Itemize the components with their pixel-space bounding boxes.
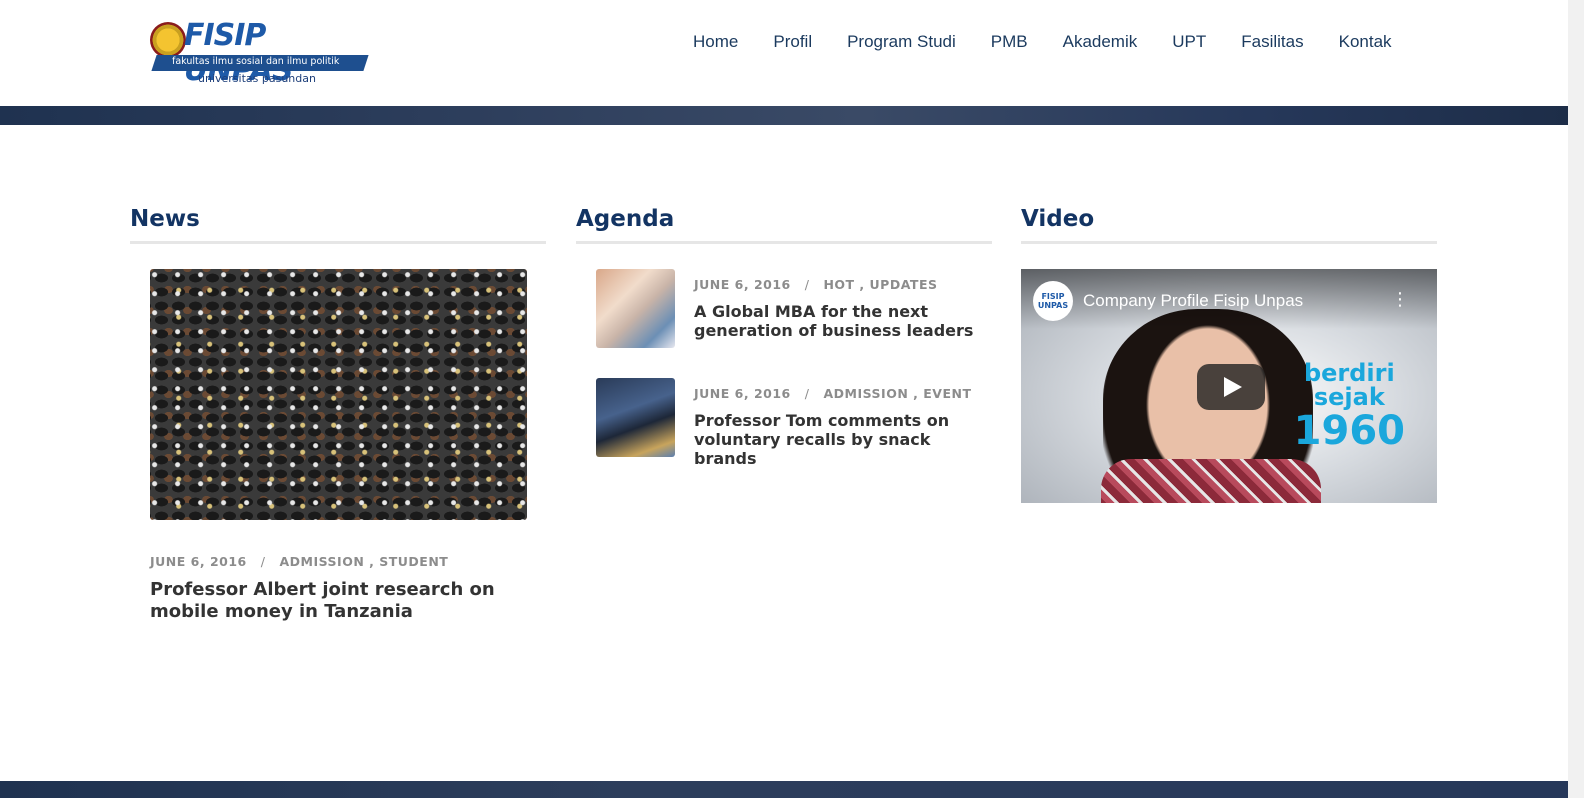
video-person-shirt <box>1101 459 1321 503</box>
agenda-item: JUNE 6, 2016 / HOT , UPDATES A Global MBA … <box>596 269 986 349</box>
video-heading: Video <box>1021 206 1437 244</box>
video-overlay-text: berdiri sejak 1960 <box>1294 361 1405 453</box>
agenda-date: JUNE 6, 2016 <box>694 386 791 401</box>
footer-strip <box>0 781 1568 798</box>
page-scrollbar[interactable] <box>1568 0 1584 798</box>
agenda-thumbnail[interactable] <box>596 269 675 348</box>
logo-university: universitas pasundan <box>198 72 316 85</box>
news-section: News JUNE 6, 2016 / ADMISSION , STUDENT Pr… <box>130 206 546 622</box>
nav-akademik[interactable]: Akademik <box>1063 32 1138 52</box>
agenda-title-link[interactable]: Professor Tom comments on voluntary reca… <box>694 411 986 468</box>
news-heading: News <box>130 206 546 244</box>
overlay-line2: sejak <box>1313 383 1385 411</box>
nav-profil[interactable]: Profil <box>773 32 812 52</box>
site-header: FISIP UNPAS fakultas ilmu sosial dan ilm… <box>0 0 1568 106</box>
news-categories[interactable]: ADMISSION , STUDENT <box>279 554 448 569</box>
overlay-year: 1960 <box>1293 408 1405 454</box>
play-button-icon[interactable] <box>1197 364 1265 410</box>
logo-subtitle: fakultas ilmu sosial dan ilmu politik <box>172 56 340 67</box>
agenda-title-link[interactable]: A Global MBA for the next generation of … <box>694 302 986 340</box>
nav-fasilitas[interactable]: Fasilitas <box>1241 32 1303 52</box>
agenda-section: Agenda JUNE 6, 2016 / HOT , UPDATES A Glob… <box>576 206 992 468</box>
main-nav: Home Profil Program Studi PMB Akademik U… <box>693 32 1427 52</box>
site-logo[interactable]: FISIP UNPAS fakultas ilmu sosial dan ilm… <box>150 18 370 88</box>
nav-home[interactable]: Home <box>693 32 738 52</box>
agenda-heading: Agenda <box>576 206 992 244</box>
agenda-meta: JUNE 6, 2016 / ADMISSION , EVENT <box>694 386 971 401</box>
news-title-link[interactable]: Professor Albert joint research on mobil… <box>150 579 520 623</box>
nav-pmb[interactable]: PMB <box>991 32 1028 52</box>
channel-avatar[interactable]: FISIP UNPAS <box>1033 281 1073 321</box>
news-image-graduation[interactable] <box>150 269 527 520</box>
agenda-thumbnail[interactable] <box>596 378 675 457</box>
video-title[interactable]: Company Profile Fisip Unpas <box>1083 291 1303 311</box>
nav-kontak[interactable]: Kontak <box>1339 32 1392 52</box>
meta-separator: / <box>804 277 810 292</box>
meta-separator: / <box>804 386 810 401</box>
nav-program-studi[interactable]: Program Studi <box>847 32 956 52</box>
agenda-item: JUNE 6, 2016 / ADMISSION , EVENT Professor… <box>596 378 986 468</box>
video-section: Video berdiri sejak 1960 FISIP UNPAS Com… <box>1021 206 1437 503</box>
agenda-categories[interactable]: ADMISSION , EVENT <box>823 386 971 401</box>
news-date: JUNE 6, 2016 <box>150 554 247 569</box>
university-seal-icon <box>150 22 186 58</box>
video-player[interactable]: berdiri sejak 1960 FISIP UNPAS Company P… <box>1021 269 1437 503</box>
meta-separator: / <box>260 554 266 569</box>
agenda-categories[interactable]: HOT , UPDATES <box>823 277 937 292</box>
agenda-meta: JUNE 6, 2016 / HOT , UPDATES <box>694 277 938 292</box>
news-meta: JUNE 6, 2016 / ADMISSION , STUDENT <box>150 554 448 569</box>
nav-upt[interactable]: UPT <box>1172 32 1206 52</box>
overlay-line1: berdiri <box>1303 359 1395 387</box>
agenda-date: JUNE 6, 2016 <box>694 277 791 292</box>
hero-banner-strip <box>0 106 1568 125</box>
more-options-icon[interactable]: ⋮ <box>1391 291 1409 309</box>
